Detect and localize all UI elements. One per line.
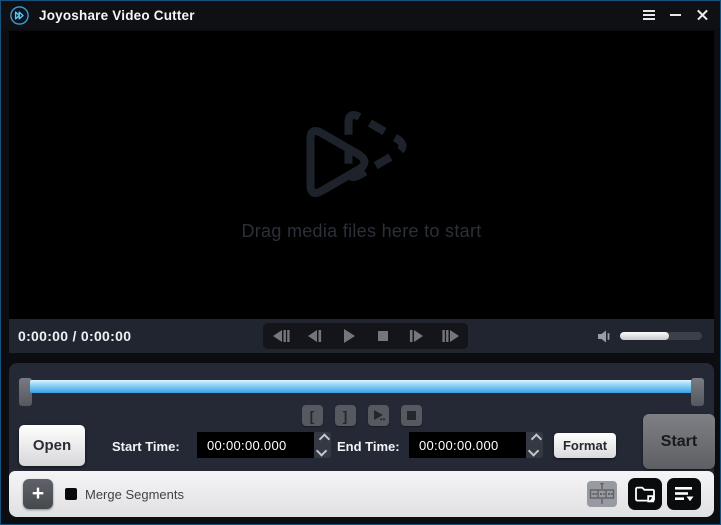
window-controls: [635, 1, 716, 29]
timeline-selection-bar[interactable]: [30, 380, 693, 393]
segment-list-button[interactable]: [667, 478, 701, 510]
set-end-bracket-button[interactable]: ]: [335, 405, 356, 426]
skip-to-end-icon[interactable]: [435, 325, 466, 347]
app-window: Joyoshare Video Cutter Drag media files …: [0, 0, 721, 525]
menu-icon[interactable]: [635, 1, 662, 29]
merge-segments-label: Merge Segments: [85, 487, 184, 502]
volume-controls: [598, 319, 702, 353]
volume-slider[interactable]: [620, 332, 702, 340]
watermark-play-icon: [279, 89, 444, 221]
end-time-label: End Time:: [337, 439, 400, 454]
stop-segment-button[interactable]: [401, 405, 422, 426]
time-display: 0:00:00 / 0:00:00: [18, 328, 131, 344]
merge-segments-bar: + Merge Segments: [9, 471, 714, 517]
edit-panel: [ ] Open Start Time: End Time: Format St…: [9, 363, 714, 517]
step-backward-icon[interactable]: [299, 325, 330, 347]
open-button[interactable]: Open: [19, 425, 85, 466]
minimize-icon[interactable]: [662, 1, 689, 29]
window-title: Joyoshare Video Cutter: [39, 8, 195, 23]
app-logo-icon: [10, 6, 29, 25]
start-button[interactable]: Start: [643, 414, 715, 469]
drop-hint-text: Drag media files here to start: [9, 221, 714, 242]
preview-segment-button[interactable]: [368, 405, 389, 426]
transport-controls: [263, 323, 468, 349]
playback-control-row: 0:00:00 / 0:00:00: [9, 319, 714, 353]
merge-segments-checkbox[interactable]: [65, 488, 77, 500]
chevron-down-icon[interactable]: [527, 445, 538, 456]
titlebar: Joyoshare Video Cutter: [1, 1, 720, 29]
close-icon[interactable]: [689, 1, 716, 29]
start-time-stepper[interactable]: [314, 432, 331, 458]
format-button[interactable]: Format: [554, 433, 616, 458]
play-icon[interactable]: [333, 325, 364, 347]
start-time-input[interactable]: [197, 432, 314, 458]
chevron-down-icon[interactable]: [315, 445, 326, 456]
play-segment-icon: [372, 409, 385, 422]
segment-filmstrip-icon: [587, 481, 617, 507]
start-time-label: Start Time:: [112, 439, 180, 454]
add-segment-button[interactable]: +: [23, 479, 53, 509]
stop-icon[interactable]: [367, 325, 398, 347]
set-start-bracket-button[interactable]: [: [302, 405, 323, 426]
chevron-up-icon[interactable]: [318, 433, 329, 444]
video-preview-area[interactable]: Drag media files here to start: [9, 31, 714, 319]
output-folder-button[interactable]: [628, 478, 662, 510]
trim-handle-right[interactable]: [691, 378, 704, 406]
end-time-input[interactable]: [409, 432, 526, 458]
segment-list-icon: [674, 486, 694, 502]
output-folder-icon: [634, 485, 656, 504]
volume-fill: [620, 332, 669, 340]
skip-to-start-icon[interactable]: [265, 325, 296, 347]
end-time-stepper[interactable]: [526, 432, 543, 458]
chevron-up-icon[interactable]: [530, 433, 541, 444]
stop-segment-icon: [407, 411, 416, 420]
step-forward-icon[interactable]: [401, 325, 432, 347]
segment-marker-row: [ ]: [9, 405, 714, 426]
speaker-icon[interactable]: [598, 330, 614, 343]
